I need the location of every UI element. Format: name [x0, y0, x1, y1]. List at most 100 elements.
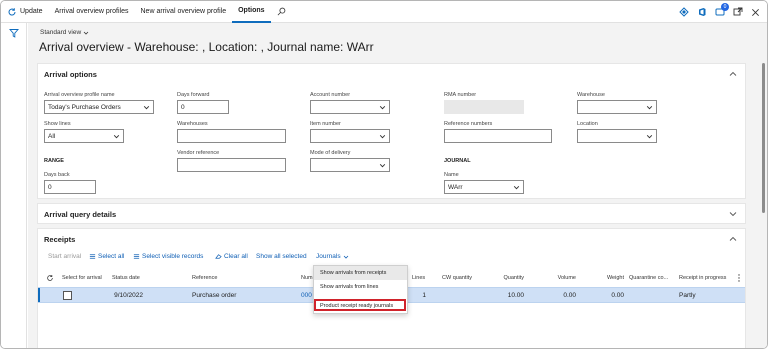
left-rail [1, 23, 27, 348]
rma-number-label: RMA number [444, 92, 477, 98]
notification-badge: 0 [721, 2, 729, 11]
page-title: Arrival overview - Warehouse: , Location… [39, 40, 374, 54]
journals-dropdown-menu: Show arrivals from receipts Show arrival… [313, 265, 408, 314]
account-number-dropdown[interactable] [310, 100, 390, 114]
col-quarantine[interactable]: Quarantine co... [629, 275, 668, 281]
profile-name-label: Arrival overview profile name [44, 92, 115, 98]
col-number[interactable]: Num [301, 275, 313, 281]
chevron-up-icon[interactable] [729, 70, 737, 78]
vertical-scrollbar[interactable] [759, 23, 767, 348]
chevron-down-icon [379, 135, 386, 139]
chevron-down-icon [113, 135, 120, 139]
item-number-dropdown[interactable] [310, 129, 390, 143]
show-lines-value: All [48, 133, 56, 140]
cell-quantity: 10.00 [507, 292, 524, 299]
warehouse-label: Warehouse [577, 92, 605, 98]
start-arrival-button[interactable]: Start arrival [48, 253, 81, 260]
col-status-date[interactable]: Status date [112, 275, 140, 281]
col-weight[interactable]: Weight [596, 275, 624, 281]
notifications-button[interactable]: 0 [714, 2, 729, 18]
mode-of-delivery-dropdown[interactable] [310, 158, 390, 172]
search-button[interactable] [271, 1, 292, 23]
warehouses-label: Warehouses [177, 121, 208, 127]
journals-label: Journals [316, 253, 341, 260]
menu-item-product-receipt-ready-journals[interactable]: Product receipt ready journals [314, 299, 406, 311]
open-in-new-window-button[interactable] [732, 7, 743, 18]
chevron-down-icon [143, 106, 150, 110]
select-for-arrival-checkbox[interactable] [63, 291, 72, 300]
office-button[interactable] [696, 7, 707, 18]
more-options-icon[interactable] [737, 274, 741, 282]
col-cw-quantity[interactable]: CW quantity [442, 275, 472, 281]
arrival-options-header[interactable]: Arrival options [44, 70, 97, 79]
select-all-button[interactable]: Select all [89, 253, 124, 260]
menu-item-show-arrivals-from-receipts[interactable]: Show arrivals from receipts [314, 266, 407, 280]
menu-item-show-arrivals-from-lines[interactable]: Show arrivals from lines [314, 280, 407, 294]
view-selector[interactable]: Standard view [40, 29, 89, 36]
col-quantity[interactable]: Quantity [496, 275, 524, 281]
scrollbar-thumb[interactable] [762, 63, 765, 213]
show-lines-label: Show lines [44, 121, 71, 127]
chevron-up-icon[interactable] [729, 235, 737, 243]
warehouse-dropdown[interactable] [577, 100, 657, 114]
profile-name-value: Today's Purchase Orders [48, 104, 121, 111]
update-button[interactable]: Update [1, 1, 49, 23]
update-label: Update [20, 8, 43, 15]
filter-icon[interactable] [9, 28, 19, 38]
show-lines-dropdown[interactable]: All [44, 129, 124, 143]
journals-menu-button[interactable]: Journals [316, 253, 349, 260]
chevron-down-icon [646, 135, 653, 139]
location-dropdown[interactable] [577, 129, 657, 143]
chevron-down-icon [343, 255, 348, 259]
cell-receipt-in-progress: Partly [679, 292, 696, 299]
refresh-icon [8, 7, 16, 15]
cell-status-date: 9/10/2022 [114, 292, 143, 299]
row-selection-marker [38, 288, 40, 302]
close-button[interactable] [750, 7, 761, 18]
checklist-icon [133, 254, 140, 259]
tab-options[interactable]: Options [232, 1, 271, 23]
days-forward-label: Days forward [177, 92, 210, 98]
cell-weight: 0.00 [611, 292, 624, 299]
tab-arrival-overview-profiles[interactable]: Arrival overview profiles [49, 1, 135, 23]
eraser-icon [215, 254, 222, 259]
days-forward-input[interactable]: 0 [177, 100, 229, 114]
rma-number-input [444, 100, 524, 114]
profile-name-dropdown[interactable]: Today's Purchase Orders [44, 100, 154, 114]
receipts-header[interactable]: Receipts [44, 235, 75, 244]
checklist-icon [89, 254, 96, 259]
location-label: Location [577, 121, 598, 127]
days-back-input[interactable]: 0 [44, 180, 96, 194]
cell-lines: 1 [422, 292, 426, 299]
clear-all-button[interactable]: Clear all [215, 253, 248, 260]
journal-name-dropdown[interactable]: WArr [444, 180, 524, 194]
refresh-icon[interactable] [46, 274, 54, 282]
chevron-down-icon [646, 106, 653, 110]
chevron-down-icon [379, 106, 386, 110]
show-all-selected-button[interactable]: Show all selected [256, 253, 307, 260]
app-window: Update Arrival overview profiles New arr… [0, 0, 768, 349]
col-volume[interactable]: Volume [548, 275, 576, 281]
reference-numbers-input[interactable] [444, 129, 552, 143]
col-lines[interactable]: Lines [412, 275, 425, 281]
chevron-down-icon[interactable] [729, 210, 737, 218]
vendor-reference-input[interactable] [177, 158, 286, 172]
tab-new-arrival-overview-profile[interactable]: New arrival overview profile [135, 1, 233, 23]
select-visible-records-button[interactable]: Select visible records [133, 253, 203, 260]
arrival-query-details-header[interactable]: Arrival query details [44, 210, 116, 219]
cell-number-link[interactable]: 000 [301, 292, 312, 299]
select-visible-records-label: Select visible records [142, 253, 204, 260]
col-reference[interactable]: Reference [192, 275, 217, 281]
mode-of-delivery-label: Mode of delivery [310, 150, 351, 156]
window-controls: 0 [678, 1, 761, 23]
col-receipt-in-progress[interactable]: Receipt in progress [679, 275, 726, 281]
diamond-button[interactable] [678, 7, 689, 18]
office-icon [698, 8, 705, 16]
arrival-query-details-section: Arrival query details [37, 203, 746, 224]
chevron-down-icon [513, 186, 520, 190]
col-select-for-arrival[interactable]: Select for arrival [62, 275, 102, 281]
warehouses-input[interactable] [177, 129, 286, 143]
view-selector-label: Standard view [40, 29, 82, 36]
days-back-label: Days back [44, 172, 70, 178]
vendor-reference-label: Vendor reference [177, 150, 220, 156]
